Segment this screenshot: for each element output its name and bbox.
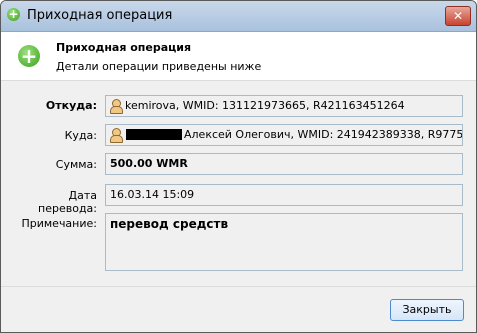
to-field[interactable]: Алексей Олегович, WMID: 241942389338, R9… bbox=[105, 124, 463, 146]
to-label: Куда: bbox=[64, 129, 97, 142]
note-label: Примечание: bbox=[21, 217, 97, 230]
amount-field[interactable]: 500.00 WMR bbox=[105, 153, 463, 175]
from-field[interactable]: kemirova, WMID: 131121973665, R421163451… bbox=[105, 95, 463, 117]
from-label: Откуда: bbox=[45, 99, 97, 112]
date-value: 16.03.14 15:09 bbox=[110, 188, 195, 201]
amount-value: 500.00 WMR bbox=[110, 157, 188, 170]
to-value: Алексей Олегович, WMID: 241942389338, R9… bbox=[184, 128, 463, 141]
amount-label: Сумма: bbox=[55, 158, 97, 171]
plus-icon: + bbox=[7, 7, 20, 21]
header-title: Приходная операция bbox=[56, 41, 192, 54]
note-field[interactable]: перевод средств bbox=[105, 213, 463, 271]
transaction-dialog: + Приходная операция ✕ + Приходная опера… bbox=[0, 0, 477, 333]
date-label: Дата перевода: bbox=[38, 189, 97, 215]
redacted-name bbox=[126, 129, 182, 140]
user-icon bbox=[109, 127, 123, 143]
close-button[interactable]: Закрыть bbox=[390, 299, 464, 321]
date-field[interactable]: 16.03.14 15:09 bbox=[105, 184, 463, 206]
window-title: Приходная операция bbox=[27, 8, 173, 23]
title-bar: + Приходная операция ✕ bbox=[1, 1, 476, 32]
dialog-footer: Закрыть bbox=[1, 286, 476, 332]
plus-icon: + bbox=[18, 45, 40, 67]
close-icon[interactable]: ✕ bbox=[445, 6, 471, 26]
dialog-header: + Приходная операция Детали операции при… bbox=[1, 32, 476, 81]
user-icon bbox=[109, 98, 123, 114]
header-subtitle: Детали операции приведены ниже bbox=[56, 60, 262, 73]
note-value: перевод средств bbox=[110, 217, 229, 231]
from-value: kemirova, WMID: 131121973665, R421163451… bbox=[125, 99, 405, 112]
